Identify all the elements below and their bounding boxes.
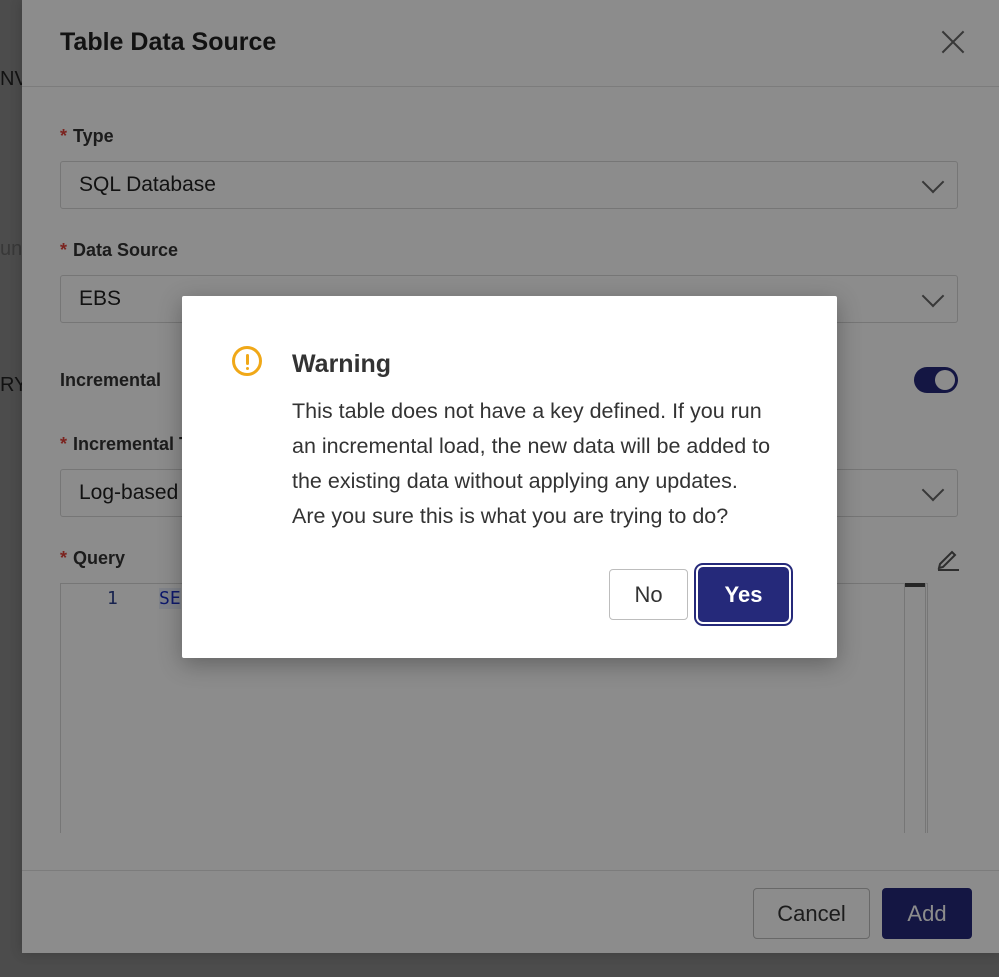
warning-message-line: the existing data without applying any u… <box>292 469 738 493</box>
yes-button[interactable]: Yes <box>698 567 789 622</box>
warning-message-line: Are you sure this is what you are trying… <box>292 504 729 528</box>
warning-message: This table does not have a key defined. … <box>292 394 802 534</box>
warning-icon <box>232 346 262 376</box>
warning-modal: Warning This table does not have a key d… <box>182 296 837 658</box>
warning-message-line: This table does not have a key defined. … <box>292 399 762 423</box>
warning-message-line: an incremental load, the new data will b… <box>292 434 771 458</box>
warning-title: Warning <box>292 350 392 378</box>
no-button[interactable]: No <box>609 569 688 620</box>
